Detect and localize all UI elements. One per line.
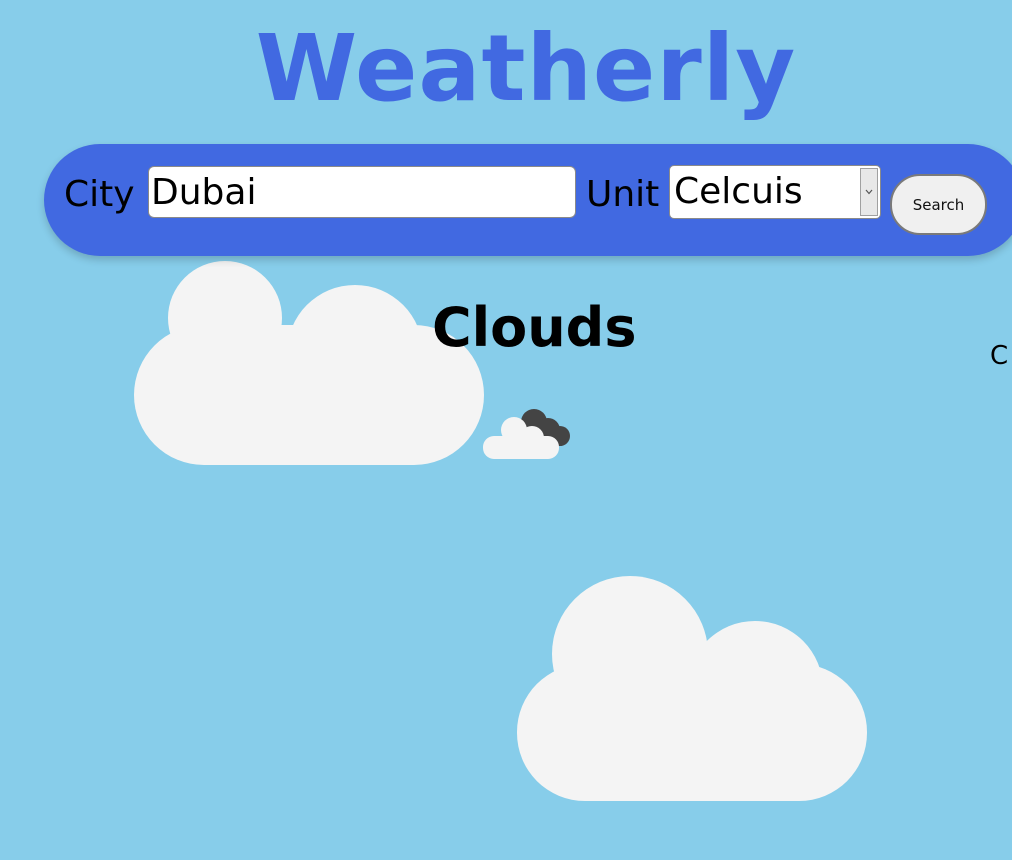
app-title: Weatherly xyxy=(255,15,797,122)
search-button[interactable]: Search xyxy=(890,174,987,235)
chevron-down-icon xyxy=(865,189,873,195)
cloud-decoration-2 xyxy=(517,576,867,801)
cloud-decoration-1 xyxy=(134,261,484,465)
city-input[interactable] xyxy=(148,166,576,218)
weather-condition: Clouds xyxy=(432,296,637,359)
few-clouds-icon xyxy=(483,409,570,459)
unit-label: Unit xyxy=(586,174,660,215)
search-bar: City Unit Celcuis Search xyxy=(44,144,1012,256)
truncated-info-text: C xyxy=(990,341,1009,371)
city-label: City xyxy=(64,174,135,215)
unit-selected-value: Celcuis xyxy=(674,171,803,212)
dropdown-arrow-button[interactable] xyxy=(860,168,878,216)
weather-app-page: Weatherly City Unit Celcuis Search Cloud… xyxy=(0,0,1012,860)
unit-select[interactable]: Celcuis xyxy=(669,165,881,219)
